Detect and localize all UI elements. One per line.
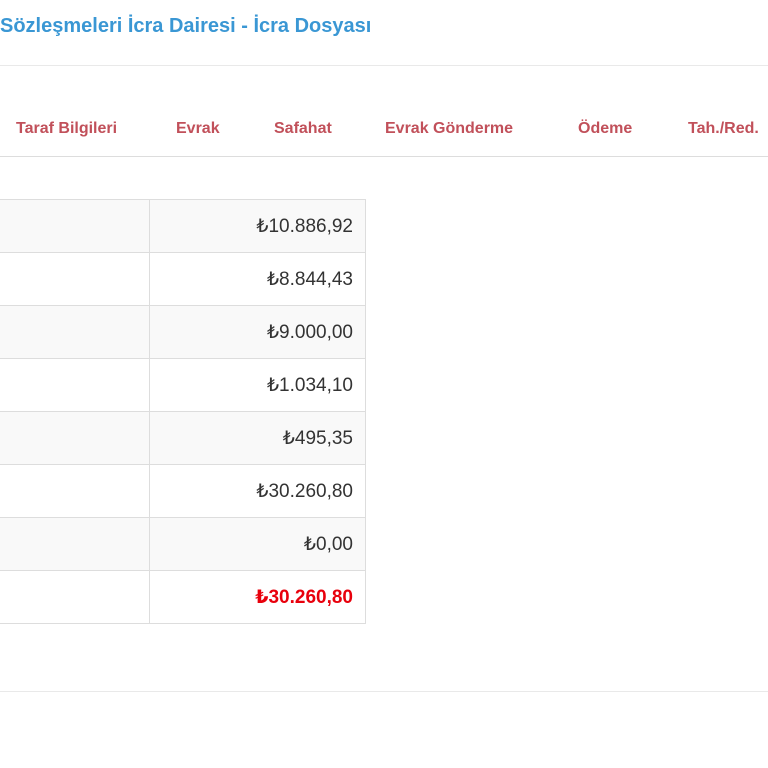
row-label — [0, 464, 150, 518]
row-amount: ₺9.000,00 — [149, 305, 366, 359]
row-label — [0, 305, 150, 359]
table-row: ₺0,00 — [0, 517, 366, 571]
table-row: ₺1.034,10 — [0, 358, 366, 412]
total-amount: ₺30.260,80 — [149, 570, 366, 624]
table-row: ₺9.000,00 — [0, 305, 366, 359]
table-row: ₺495,35 — [0, 411, 366, 465]
tab-safahat[interactable]: Safahat — [274, 118, 332, 140]
row-amount: ₺1.034,10 — [149, 358, 366, 412]
row-amount: ₺0,00 — [149, 517, 366, 571]
tab-bar: Taraf Bilgileri Evrak Safahat Evrak Gönd… — [0, 108, 768, 148]
tab-taraf-bilgileri[interactable]: Taraf Bilgileri — [16, 118, 117, 140]
row-label — [0, 517, 150, 571]
row-amount: ₺495,35 — [149, 411, 366, 465]
row-label — [0, 411, 150, 465]
divider — [0, 65, 768, 66]
tab-evrak-gonderme[interactable]: Evrak Gönderme — [385, 118, 513, 140]
tab-evrak[interactable]: Evrak — [176, 118, 220, 140]
row-label — [0, 252, 150, 306]
page: Sözleşmeleri İcra Dairesi - İcra Dosyası… — [0, 0, 768, 768]
row-amount: ₺10.886,92 — [149, 199, 366, 253]
row-label — [0, 570, 150, 624]
row-amount: ₺8.844,43 — [149, 252, 366, 306]
total-row: ₺30.260,80 — [0, 570, 366, 624]
amounts-table: ₺10.886,92 ₺8.844,43 ₺9.000,00 ₺1.034,10… — [0, 199, 366, 624]
table-row: ₺8.844,43 — [0, 252, 366, 306]
tab-odeme[interactable]: Ödeme — [578, 118, 632, 140]
tab-tah-red[interactable]: Tah./Red. — [688, 118, 759, 140]
bottom-divider — [0, 691, 768, 692]
tab-bar-divider — [0, 156, 768, 157]
row-label — [0, 358, 150, 412]
page-title: Sözleşmeleri İcra Dairesi - İcra Dosyası — [0, 15, 372, 37]
table-row: ₺30.260,80 — [0, 464, 366, 518]
table-row: ₺10.886,92 — [0, 199, 366, 253]
row-label — [0, 199, 150, 253]
row-amount: ₺30.260,80 — [149, 464, 366, 518]
